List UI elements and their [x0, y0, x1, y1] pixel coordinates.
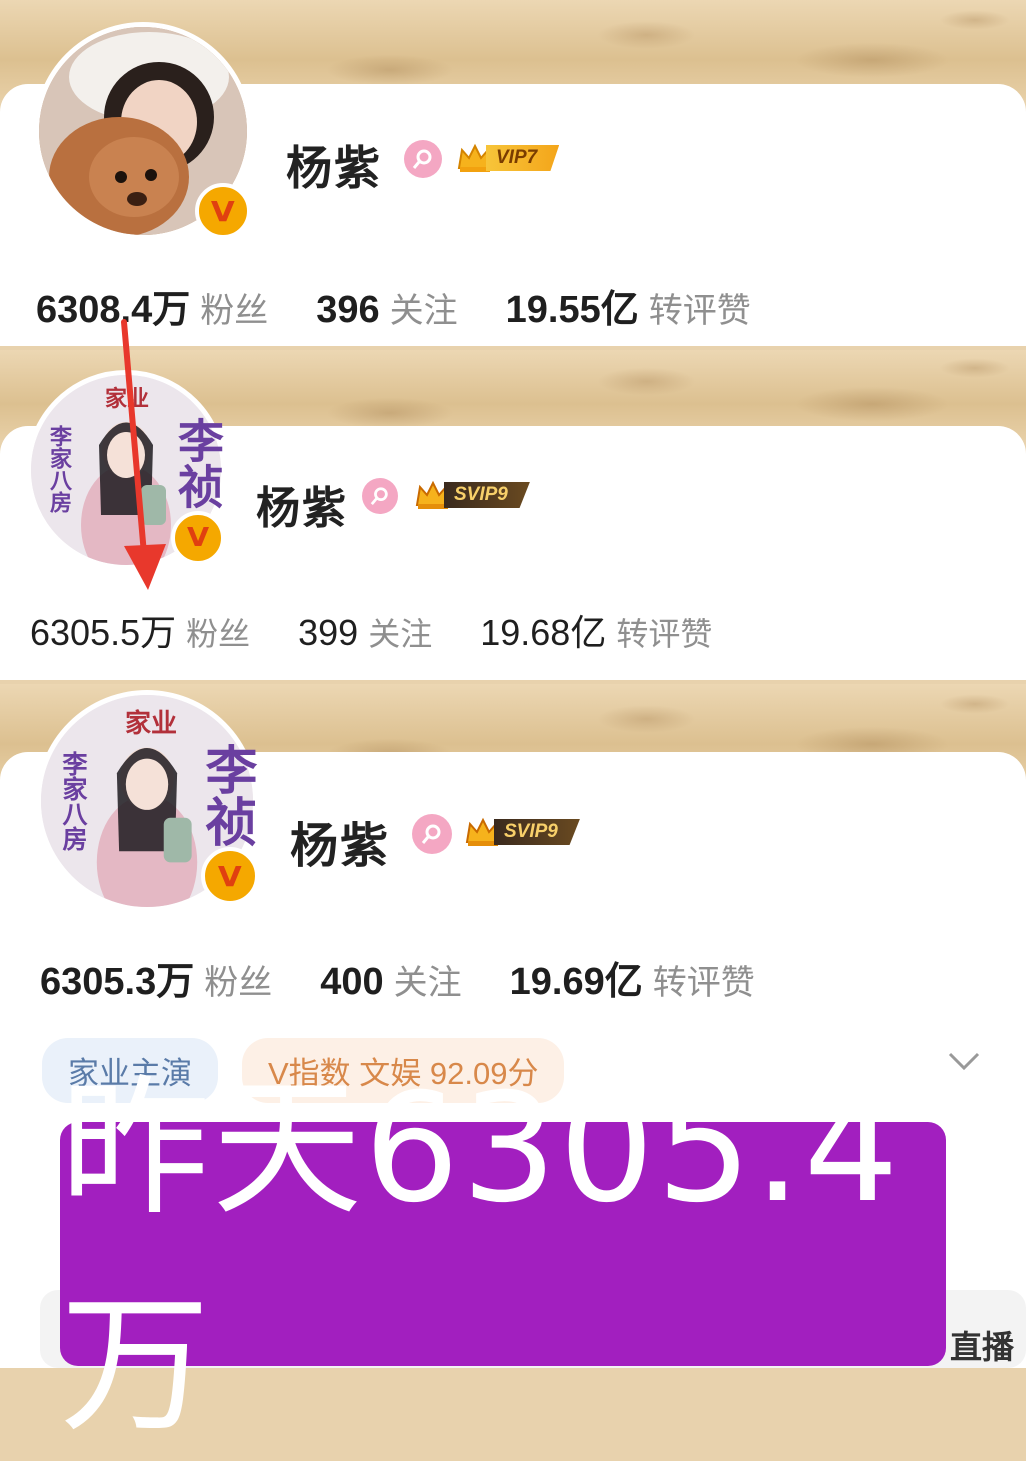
verified-badge: V — [171, 511, 225, 565]
red-arrow-annotation — [121, 319, 166, 590]
vip-label: VIP7 — [486, 145, 560, 171]
following-label[interactable]: 关注 — [368, 609, 432, 655]
poster-role-left: 李家八房 — [59, 751, 88, 851]
chevron-down-icon[interactable] — [946, 1048, 982, 1077]
likes-count: 19.69亿 — [509, 961, 643, 1003]
live-label[interactable]: 直播 — [950, 1322, 1014, 1368]
following-count: 396 — [316, 289, 380, 331]
svip-label: SVIP9 — [444, 482, 530, 508]
profile-name: 杨紫 — [256, 484, 348, 533]
avatar[interactable]: V — [34, 22, 252, 240]
avatar[interactable]: 家业 李家八房 李祯 V — [36, 690, 259, 912]
poster-name-right: 李祯 — [171, 417, 225, 509]
profile-name: 杨紫 — [290, 820, 391, 873]
likes-count: 19.68亿 — [480, 612, 607, 653]
svip-level-badge[interactable]: SVIP9 — [414, 479, 530, 511]
likes-label: 转评赞 — [616, 616, 713, 652]
following-label[interactable]: 关注 — [390, 283, 458, 332]
likes-count: 19.55亿 — [505, 289, 639, 331]
followers-label[interactable]: 粉丝 — [204, 955, 272, 1004]
followers-count: 6305.3万 — [40, 961, 195, 1003]
stats-row: 6305.5万 粉丝 399 关注 19.68亿 转评赞 — [30, 604, 760, 656]
followers-label[interactable]: 粉丝 — [200, 283, 268, 332]
following-count: 399 — [298, 612, 359, 653]
svip-label: SVIP9 — [494, 819, 580, 845]
followers-label[interactable]: 粉丝 — [186, 609, 250, 655]
verified-badge: V — [195, 183, 251, 239]
likes-label: 转评赞 — [648, 292, 751, 330]
profile-name: 杨紫 — [286, 142, 382, 194]
poster-title-top: 家业 — [125, 709, 178, 739]
svip-level-badge[interactable]: SVIP9 — [464, 816, 580, 848]
verified-badge: V — [201, 847, 259, 905]
yesterday-followers-banner: 昨天6305.4万 — [60, 1062, 946, 1453]
female-gender-icon — [412, 814, 452, 854]
vip-level-badge[interactable]: VIP7 — [456, 142, 560, 174]
likes-label: 转评赞 — [652, 964, 755, 1002]
female-gender-icon — [404, 140, 442, 178]
female-gender-icon — [362, 478, 398, 514]
poster-name-right: 李祯 — [196, 743, 257, 847]
following-count: 400 — [320, 961, 384, 1003]
following-label[interactable]: 关注 — [394, 955, 462, 1004]
followers-count: 6305.5万 — [30, 612, 177, 653]
poster-role-left: 李家八房 — [46, 425, 72, 513]
stats-row: 6305.3万 粉丝 400 关注 19.69亿 转评赞 — [40, 950, 803, 1005]
